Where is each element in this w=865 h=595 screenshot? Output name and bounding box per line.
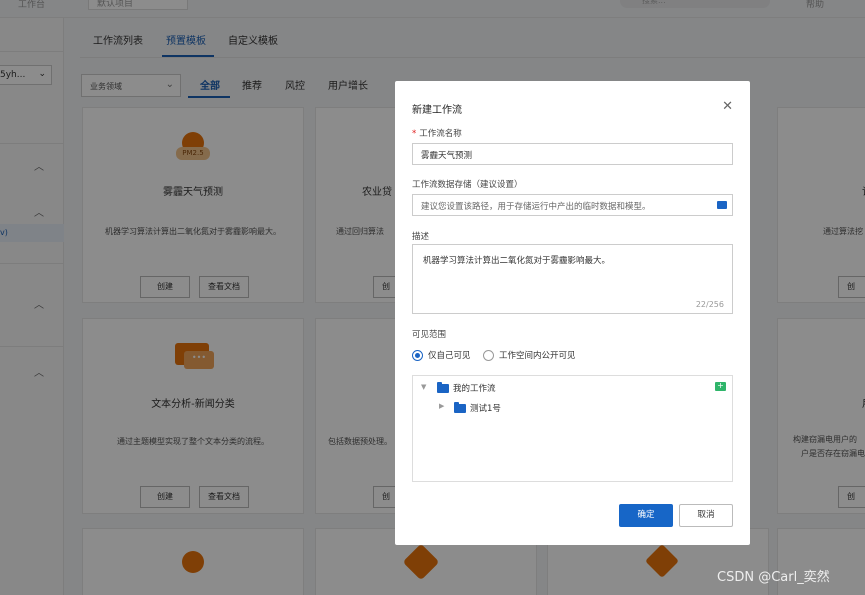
close-icon[interactable]: ✕ xyxy=(722,99,733,114)
tree-node-my-workflows[interactable]: 我的工作流 xyxy=(453,382,496,394)
cancel-button[interactable]: 取消 xyxy=(679,504,733,527)
storage-path-input[interactable]: 建议您设置该路径，用于存储运行中产出的临时数据和模型。 xyxy=(412,194,733,216)
description-label: 描述 xyxy=(412,232,430,242)
add-folder-icon[interactable]: + xyxy=(715,382,726,391)
folder-icon[interactable] xyxy=(717,201,727,209)
char-count: 22/256 xyxy=(695,300,724,309)
storage-label: 工作流数据存储（建议设置） xyxy=(412,180,523,190)
radio-private[interactable]: 仅自己可见 xyxy=(412,349,471,361)
folder-icon xyxy=(437,382,449,393)
tree-node-test1[interactable]: 测试1号 xyxy=(470,402,501,414)
caret-down-icon[interactable]: ▼ xyxy=(421,383,426,391)
workflow-name-label: * 工作流名称 xyxy=(412,129,462,139)
radio-button[interactable] xyxy=(483,350,494,361)
caret-right-icon[interactable]: ▶ xyxy=(439,402,444,410)
visibility-label: 可见范围 xyxy=(412,330,447,340)
storage-path-placeholder: 建议您设置该路径，用于存储运行中产出的临时数据和模型。 xyxy=(421,202,651,212)
new-workflow-dialog: 新建工作流 ✕ * 工作流名称 雾霾天气预测 工作流数据存储（建议设置） 建议您设… xyxy=(395,81,750,545)
radio-public[interactable]: 工作空间内公开可见 xyxy=(483,349,576,361)
radio-button-checked[interactable] xyxy=(412,350,423,361)
folder-icon xyxy=(454,402,466,413)
workflow-name-input[interactable]: 雾霾天气预测 xyxy=(412,143,733,165)
folder-tree: ▼ 我的工作流 ▶ 测试1号 + xyxy=(412,375,733,482)
confirm-button[interactable]: 确定 xyxy=(619,504,673,527)
watermark: CSDN @Carl_奕然 xyxy=(717,570,830,585)
description-text: 机器学习算法计算出二氧化氮对于雾霾影响最大。 xyxy=(423,256,611,266)
dialog-title: 新建工作流 xyxy=(412,105,462,116)
description-textarea[interactable]: 机器学习算法计算出二氧化氮对于雾霾影响最大。 22/256 xyxy=(412,244,733,314)
